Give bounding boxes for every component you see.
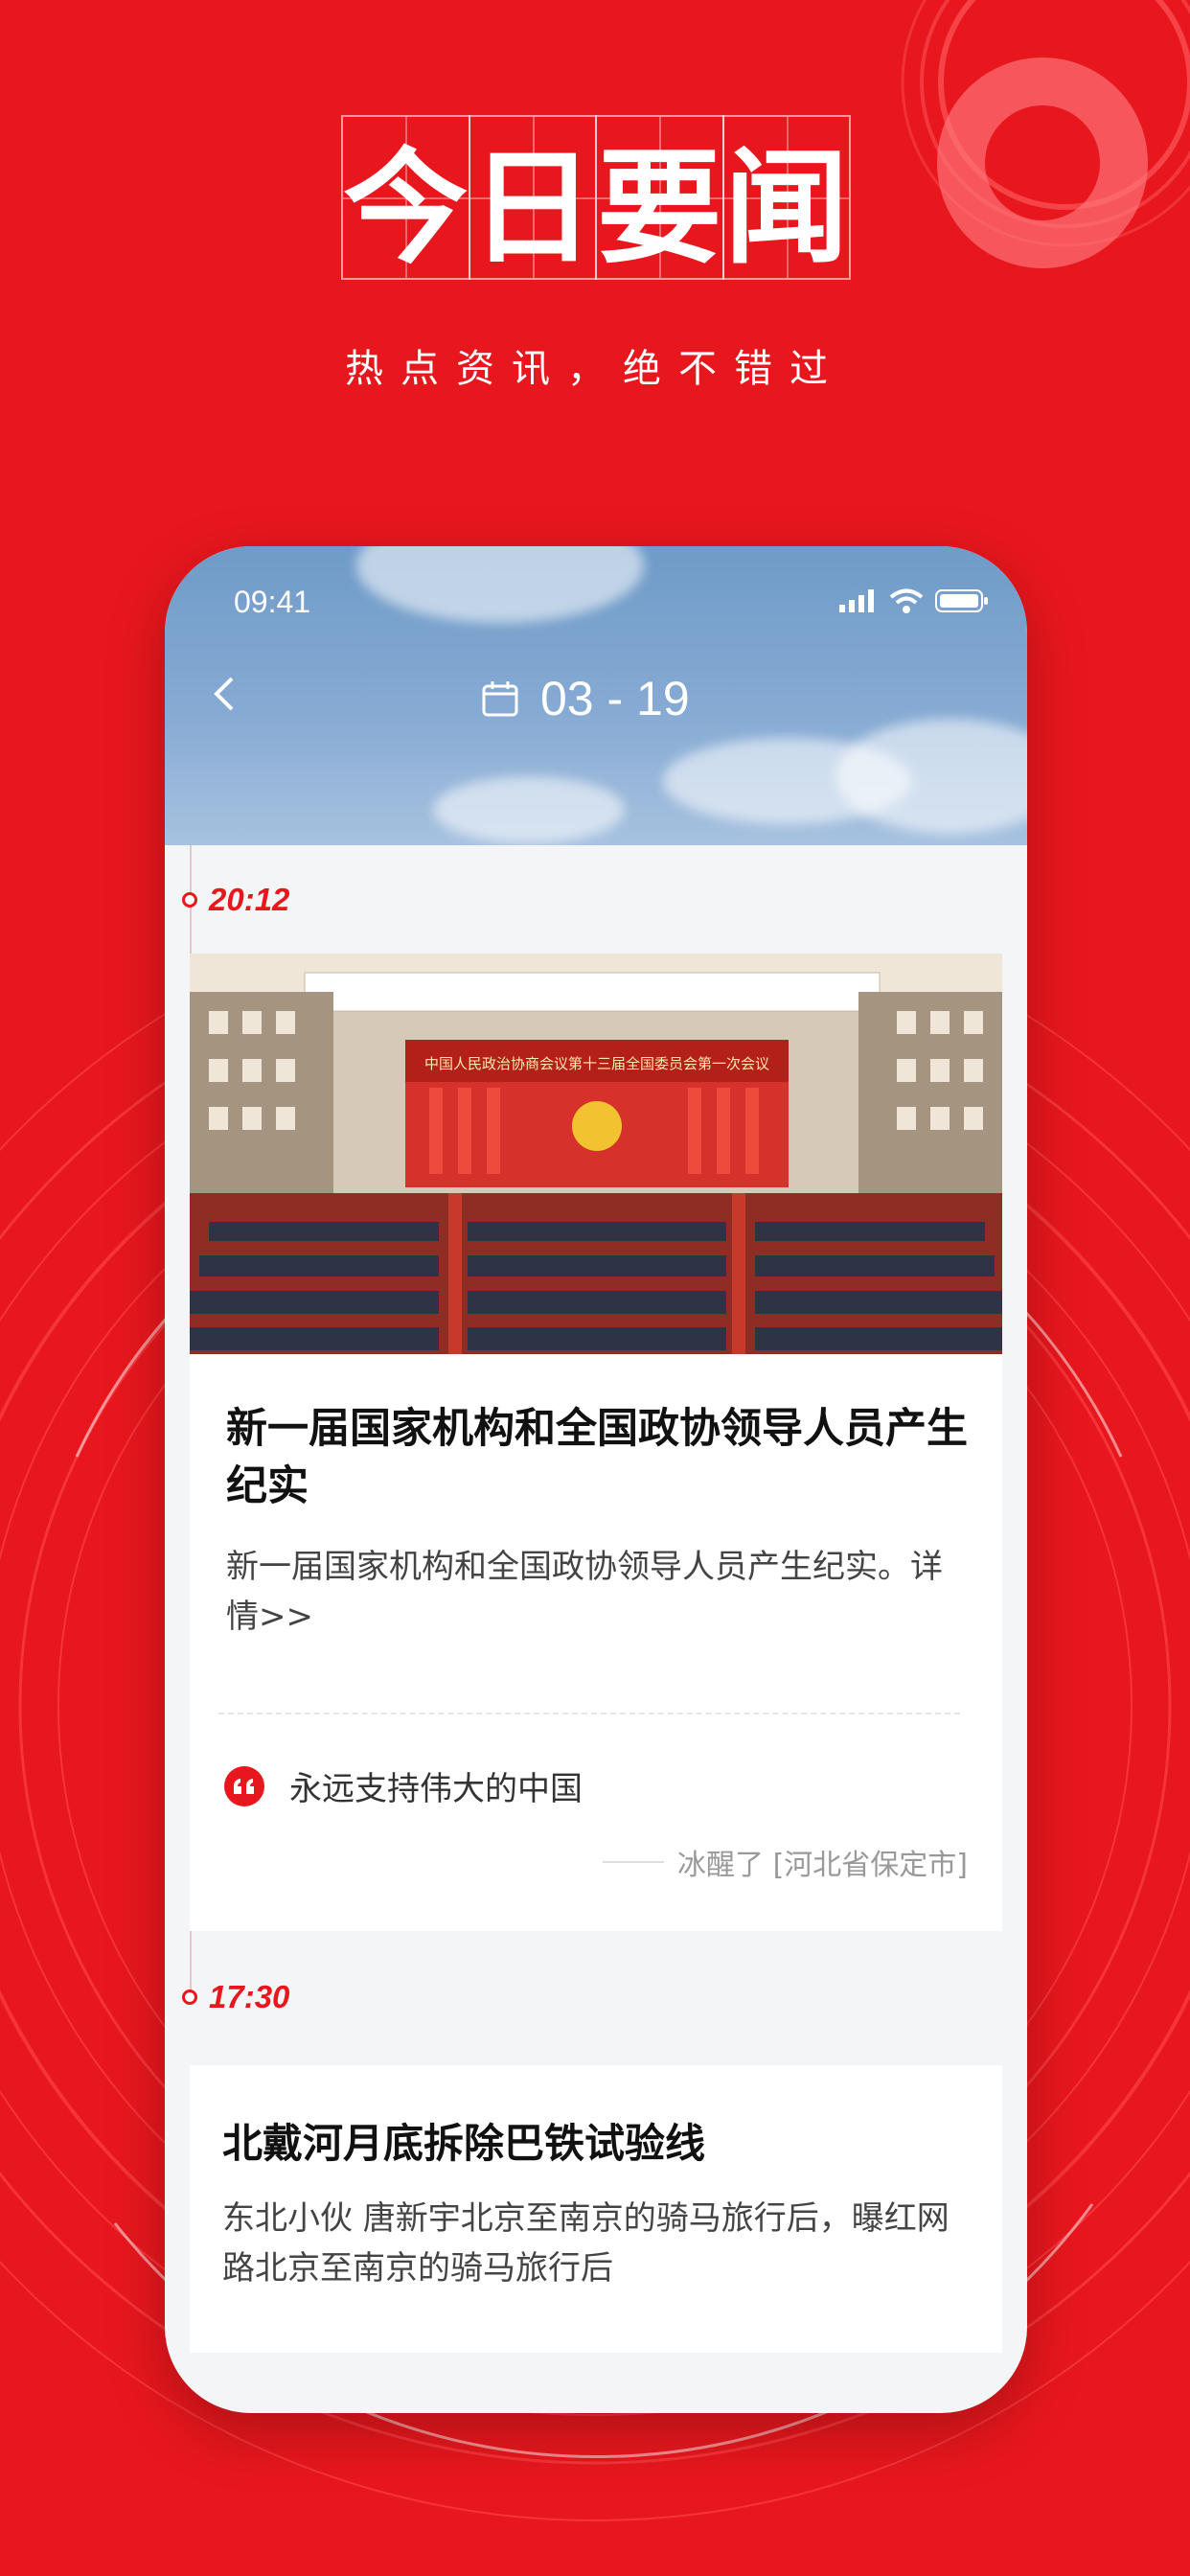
- comment-row: 永远支持伟大的中国: [224, 1762, 1002, 1809]
- image-banner-text: 中国人民政治协商会议第十三届全国委员会第一次会议: [424, 1055, 769, 1072]
- timeline-dot: [182, 892, 197, 908]
- news-title[interactable]: 新一届国家机构和全国政协领导人员产生纪实: [226, 1400, 968, 1515]
- news-summary: 东北小伙 唐新宇北京至南京的骑马旅行后，曝红网路北京至南京的骑马旅行后: [222, 2199, 950, 2288]
- dashed-divider: [218, 1713, 960, 1714]
- timeline-marker: 17:30: [182, 1979, 289, 2015]
- timeline-marker: 20:12: [182, 882, 289, 918]
- wifi-icon: [889, 588, 924, 613]
- status-icons: [839, 588, 989, 613]
- quote-icon: [224, 1765, 264, 1806]
- back-button[interactable]: [197, 665, 255, 723]
- news-card[interactable]: 北戴河月底拆除巴铁试验线 东北小伙 唐新宇北京至南京的骑马旅行后，曝红网路北京至…: [190, 2065, 1002, 2353]
- date-selector[interactable]: 03 - 19: [481, 671, 690, 726]
- timeline-dot: [182, 1990, 197, 2005]
- comment-author-name: 冰醒了 [河北省保定市]: [677, 1849, 968, 1882]
- comment-text: 永远支持伟大的中国: [289, 1770, 583, 1808]
- headline-title: 今 日 要 闻: [341, 115, 851, 281]
- timeline-time: 20:12: [209, 882, 290, 917]
- corner-ring-decoration: [901, 0, 1190, 268]
- status-time: 09:41: [234, 585, 311, 619]
- headline-char: 日: [468, 115, 597, 281]
- headline-char: 要: [595, 115, 724, 281]
- date-label: 03 - 19: [540, 672, 690, 725]
- sky-header: 09:41 03 - 19: [165, 546, 1027, 845]
- headline-char: 闻: [721, 115, 851, 281]
- news-image-great-hall: 中国人民政治协商会议第十三届全国委员会第一次会议: [190, 954, 1002, 1354]
- battery-icon: [935, 589, 988, 612]
- chevron-left-icon: [214, 677, 234, 711]
- news-summary: 新一届国家机构和全国政协领导人员产生纪实。详情>>: [226, 1548, 943, 1636]
- phone-mockup: 09:41 03 - 19 20:12 中国人民政治协商会议第十三届全国委员会第…: [165, 546, 1027, 2413]
- news-title[interactable]: 北戴河月底拆除巴铁试验线: [222, 2115, 968, 2173]
- comment-author: 冰醒了 [河北省保定市]: [603, 1841, 968, 1883]
- headline-char: 今: [341, 115, 470, 281]
- signal-icon: [839, 589, 874, 612]
- calendar-icon: [482, 681, 518, 717]
- news-card[interactable]: 中国人民政治协商会议第十三届全国委员会第一次会议 新一届国家机构和全国政协领导人…: [190, 954, 1002, 1931]
- slogan: 热点资讯，绝不错过: [345, 347, 845, 391]
- author-dash: [603, 1861, 665, 1863]
- timeline-time: 17:30: [209, 1979, 290, 2014]
